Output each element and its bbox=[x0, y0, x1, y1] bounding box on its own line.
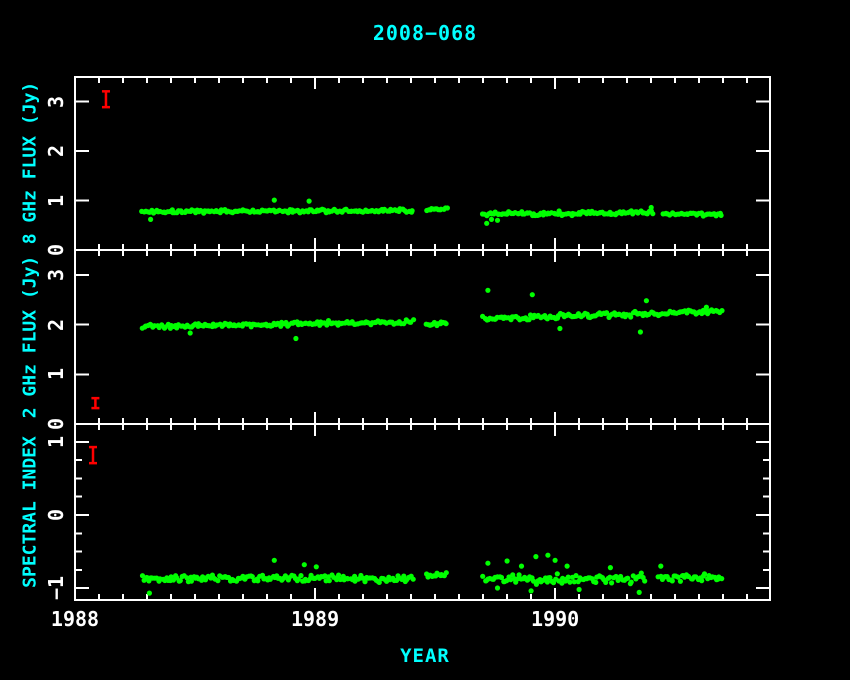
x-axis-title: YEAR bbox=[400, 645, 450, 667]
y-tick-label: −1 bbox=[44, 576, 68, 600]
error-bar bbox=[91, 398, 99, 408]
y-tick-label: 3 bbox=[44, 96, 68, 108]
tick-marks bbox=[75, 77, 770, 600]
y-tick-label: 1 bbox=[44, 368, 68, 380]
panel-frames bbox=[75, 77, 770, 600]
data-points bbox=[139, 198, 725, 596]
x-tick-label: 1990 bbox=[531, 607, 579, 631]
y-axis-title-top-panel: 8 GHz FLUX (Jy) bbox=[20, 82, 41, 245]
y-axis-title-middle-panel: 2 GHz FLUX (Jy) bbox=[20, 256, 41, 419]
plot-window: 2008−068 8 GHz FLUX (Jy) 2 GHz FLUX (Jy)… bbox=[0, 0, 850, 680]
x-tick-label: 1988 bbox=[51, 607, 99, 631]
y-tick-label: 1 bbox=[44, 195, 68, 207]
error-bar bbox=[102, 91, 110, 107]
y-tick-label: 0 bbox=[44, 244, 68, 256]
plot-area bbox=[0, 0, 850, 680]
chart-title: 2008−068 bbox=[373, 21, 477, 45]
y-tick-label: 0 bbox=[44, 509, 68, 521]
error-bars bbox=[89, 91, 110, 463]
y-tick-label: 1 bbox=[44, 436, 68, 448]
y-tick-label: 2 bbox=[44, 145, 68, 157]
x-tick-label: 1989 bbox=[291, 607, 339, 631]
y-axis-title-bottom-panel: SPECTRAL INDEX bbox=[20, 436, 41, 588]
error-bar bbox=[89, 447, 97, 463]
y-tick-label: 3 bbox=[44, 269, 68, 281]
y-tick-label: 2 bbox=[44, 319, 68, 331]
y-tick-label: 0 bbox=[44, 418, 68, 430]
